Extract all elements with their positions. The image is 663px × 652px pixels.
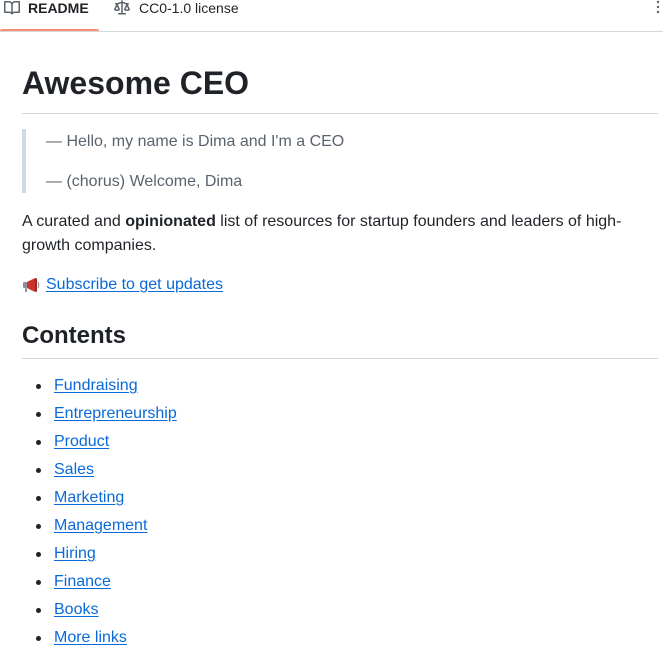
bullet bbox=[36, 468, 41, 473]
list-item: Sales bbox=[22, 460, 177, 488]
file-tabs: README CC0-1.0 license bbox=[0, 0, 663, 32]
intro-text-start: A curated and bbox=[22, 213, 126, 230]
tab-readme-label: README bbox=[28, 0, 89, 16]
contents-link-finance[interactable]: Finance bbox=[54, 573, 111, 590]
contents-divider bbox=[22, 358, 658, 359]
contents-link-entrepreneurship[interactable]: Entrepreneurship bbox=[54, 405, 177, 422]
intro-emphasis: opinionated bbox=[125, 213, 216, 230]
bullet bbox=[36, 580, 41, 585]
bullet bbox=[36, 496, 41, 501]
list-item: Fundraising bbox=[22, 376, 177, 404]
list-item: Books bbox=[22, 600, 177, 628]
quote-line: — Hello, my name is Dima and I'm a CEO bbox=[46, 133, 345, 150]
subscribe-line: Subscribe to get updates bbox=[22, 275, 223, 295]
contents-link-product[interactable]: Product bbox=[54, 433, 109, 450]
bullet bbox=[36, 552, 41, 557]
bullet bbox=[36, 608, 41, 613]
contents-link-management[interactable]: Management bbox=[54, 517, 147, 534]
list-item: Finance bbox=[22, 572, 177, 600]
book-icon bbox=[4, 0, 20, 16]
readme-page: README CC0-1.0 license Awesome CEO — Hel… bbox=[0, 0, 663, 652]
subscribe-link[interactable]: Subscribe to get updates bbox=[46, 275, 223, 295]
contents-link-hiring[interactable]: Hiring bbox=[54, 545, 96, 562]
scale-icon bbox=[114, 0, 130, 16]
list-item: Hiring bbox=[22, 544, 177, 572]
bullet bbox=[36, 636, 41, 641]
list-item: Management bbox=[22, 516, 177, 544]
bullet bbox=[36, 384, 41, 389]
contents-heading: Contents bbox=[22, 322, 126, 349]
contents-link-fundraising[interactable]: Fundraising bbox=[54, 377, 138, 394]
bullet bbox=[36, 524, 41, 529]
contents-link-books[interactable]: Books bbox=[54, 601, 98, 618]
list-item: More links bbox=[22, 628, 177, 652]
contents-link-more-links[interactable]: More links bbox=[54, 629, 127, 646]
tab-license-label: CC0-1.0 license bbox=[139, 0, 239, 16]
bullet bbox=[36, 440, 41, 445]
bullet bbox=[36, 412, 41, 417]
tab-readme[interactable]: README bbox=[0, 0, 99, 31]
contents-list: Fundraising Entrepreneurship Product Sal… bbox=[22, 376, 177, 652]
megaphone-icon bbox=[22, 276, 40, 294]
more-options-icon[interactable] bbox=[655, 0, 661, 14]
title-divider bbox=[22, 113, 658, 114]
page-title: Awesome CEO bbox=[22, 65, 250, 101]
list-item: Product bbox=[22, 432, 177, 460]
tab-license[interactable]: CC0-1.0 license bbox=[114, 0, 239, 30]
list-item: Marketing bbox=[22, 488, 177, 516]
quote-line: — (chorus) Welcome, Dima bbox=[46, 173, 243, 190]
blockquote: — Hello, my name is Dima and I'm a CEO —… bbox=[22, 129, 642, 193]
contents-link-sales[interactable]: Sales bbox=[54, 461, 94, 478]
contents-link-marketing[interactable]: Marketing bbox=[54, 489, 124, 506]
intro-paragraph: A curated and opinionated list of resour… bbox=[22, 210, 642, 258]
list-item: Entrepreneurship bbox=[22, 404, 177, 432]
